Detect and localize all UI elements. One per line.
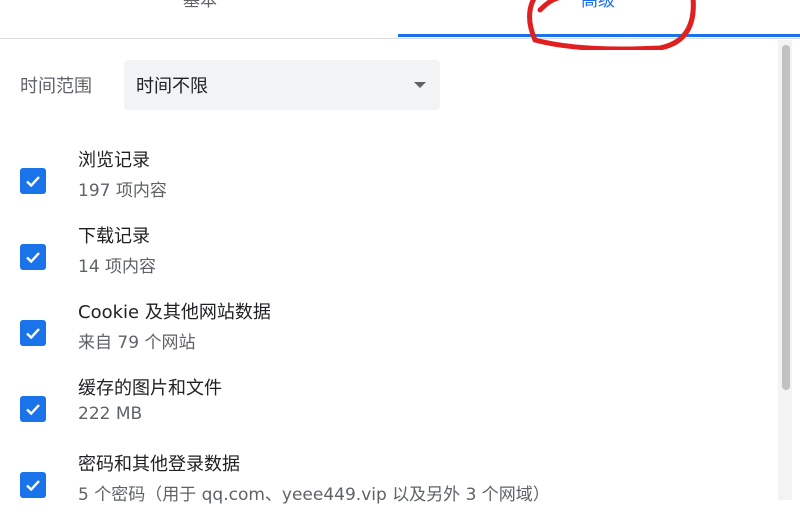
item-subtitle: 222 MB <box>78 404 143 424</box>
item-title: Cookie 及其他网站数据 <box>78 302 271 323</box>
item-subtitle: 197 项内容 <box>78 181 167 201</box>
list-item-cookies: Cookie 及其他网站数据 来自 79 个网站 <box>20 302 760 362</box>
checkbox-cookies[interactable] <box>20 320 46 346</box>
item-title: 缓存的图片和文件 <box>78 378 222 399</box>
tab-bar: 基本 高级 <box>0 0 800 39</box>
item-subtitle: 来自 79 个网站 <box>78 333 196 353</box>
scrollbar-thumb[interactable] <box>782 45 790 390</box>
checkmark-icon <box>26 404 40 416</box>
list-item-download-history: 下载记录 14 项内容 <box>20 226 760 286</box>
item-title: 密码和其他登录数据 <box>78 454 240 475</box>
checkbox-download-history[interactable] <box>20 244 46 270</box>
item-subtitle: 14 项内容 <box>78 257 157 277</box>
checkbox-browsing-history[interactable] <box>20 168 46 194</box>
time-range-value: 时间不限 <box>136 76 208 97</box>
item-subtitle: 5 个密码（用于 qq.com、yeee449.vip 以及另外 3 个网域） <box>78 485 550 505</box>
active-tab-indicator <box>398 34 800 37</box>
time-range-select[interactable]: 时间不限 <box>124 60 440 110</box>
checkbox-cache[interactable] <box>20 396 46 422</box>
list-item-passwords: 密码和其他登录数据 5 个密码（用于 qq.com、yeee449.vip 以及… <box>20 454 760 514</box>
list-item-browsing-history: 浏览记录 197 项内容 <box>20 150 760 210</box>
checkmark-icon <box>26 480 40 492</box>
item-title: 浏览记录 <box>78 150 150 171</box>
caret-down-icon <box>414 82 426 88</box>
tab-basic[interactable]: 基本 <box>0 0 400 32</box>
time-range-label: 时间范围 <box>20 76 92 97</box>
tab-advanced[interactable]: 高级 <box>398 0 798 32</box>
checkmark-icon <box>26 328 40 340</box>
checkmark-icon <box>26 252 40 264</box>
item-title: 下载记录 <box>78 226 150 247</box>
time-range-row: 时间范围 时间不限 <box>20 60 460 110</box>
checkbox-passwords[interactable] <box>20 472 46 498</box>
list-item-cache: 缓存的图片和文件 222 MB <box>20 378 760 438</box>
checkmark-icon <box>26 176 40 188</box>
